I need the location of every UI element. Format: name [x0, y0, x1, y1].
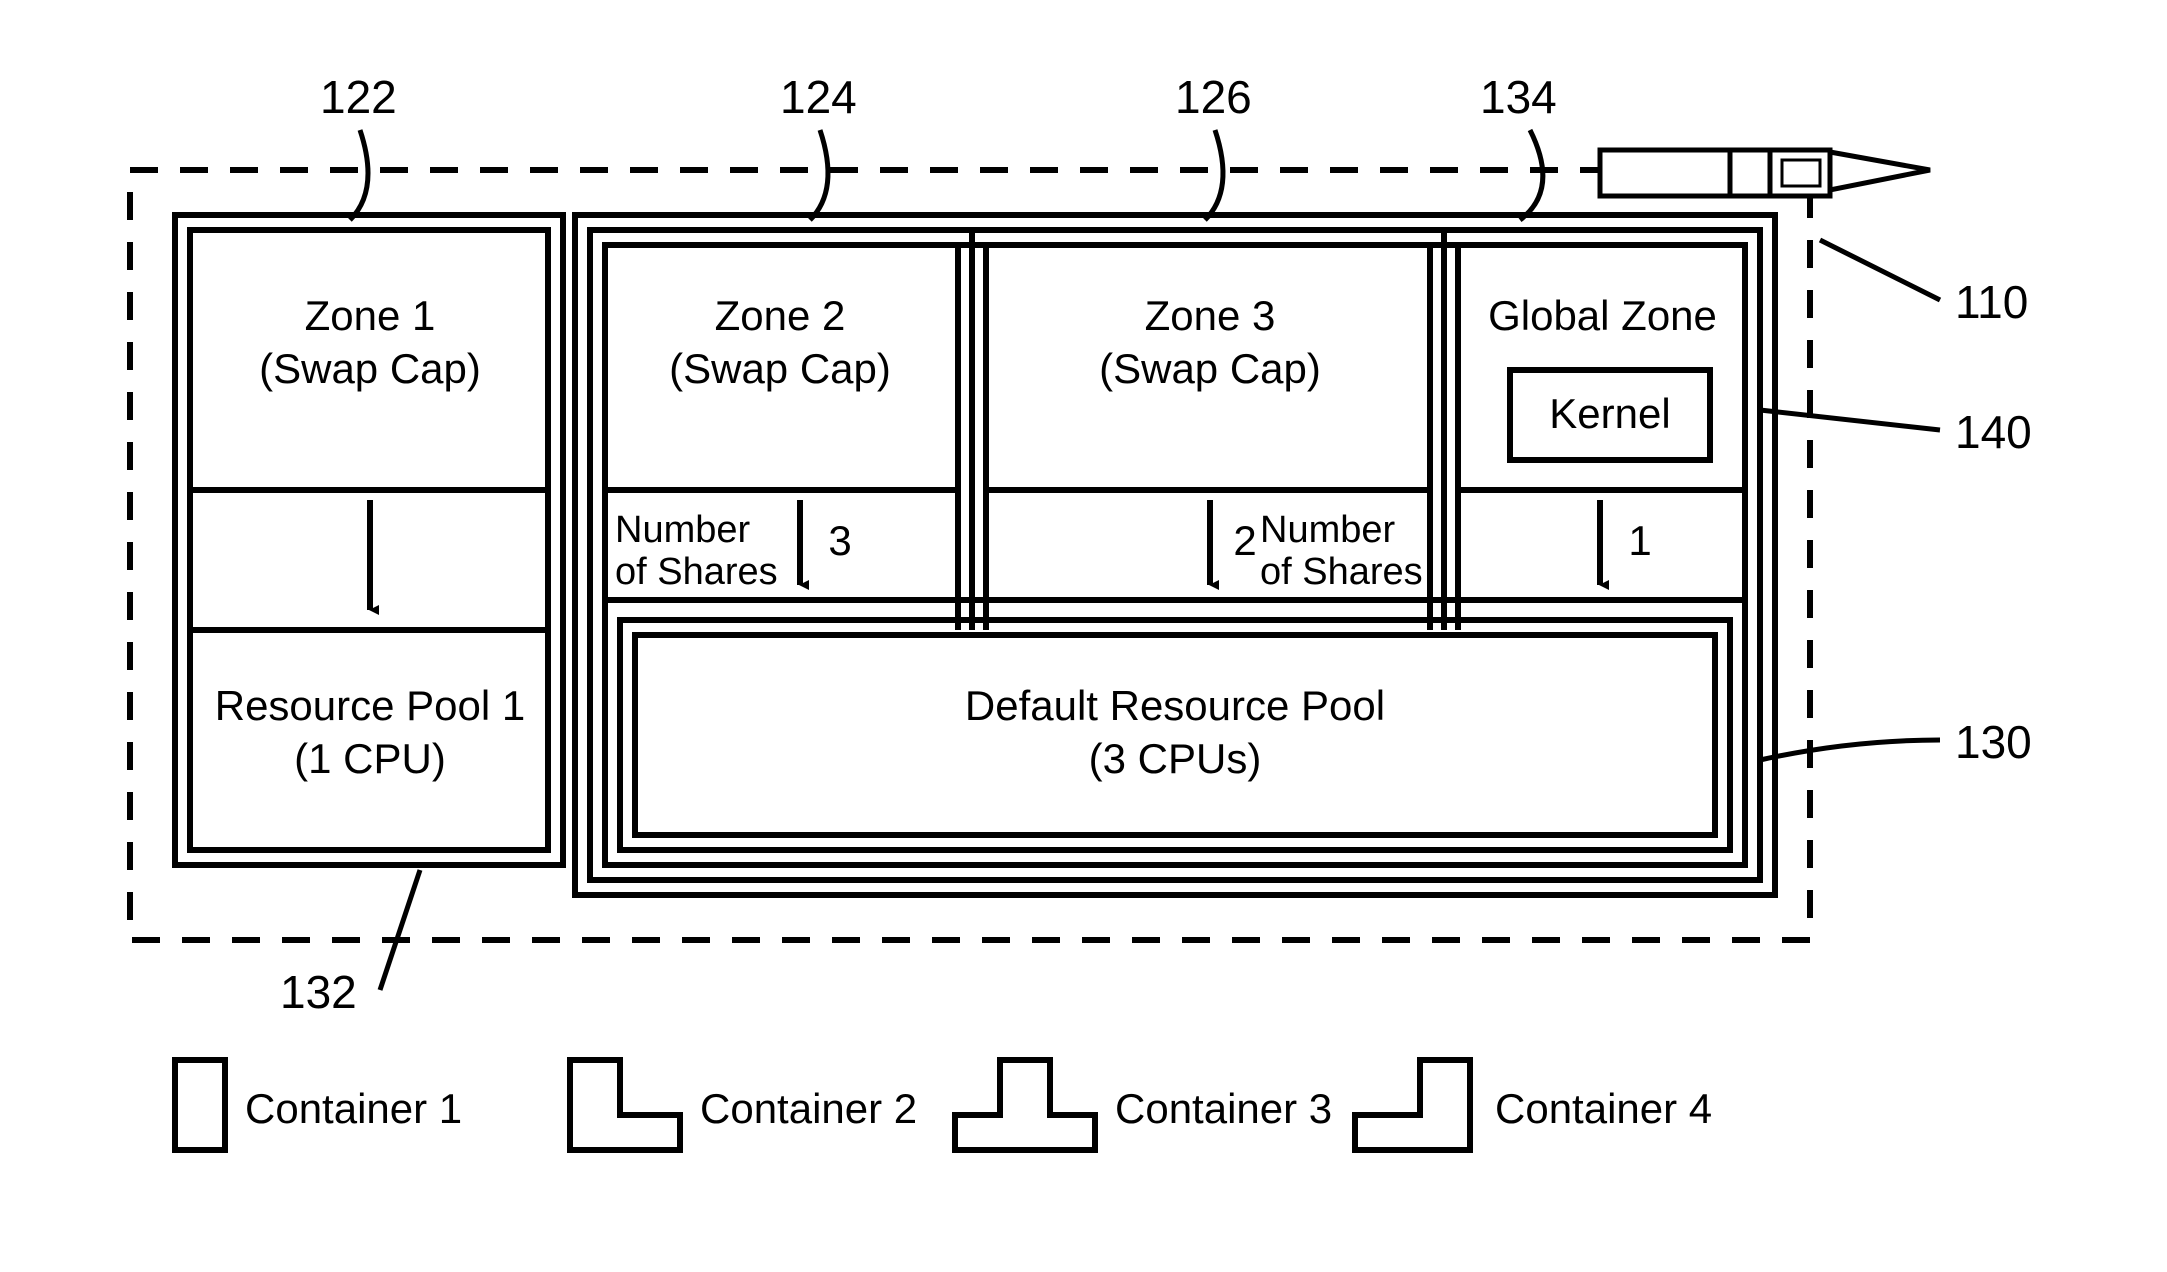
ref-122: 122 — [320, 70, 397, 124]
defpool-l2: (3 CPUs) — [1089, 735, 1262, 782]
shares-value-global: 1 — [1620, 515, 1660, 568]
pool1-l2: (1 CPU) — [294, 735, 446, 782]
ref-130: 130 — [1955, 715, 2032, 769]
global-zone-label: Global Zone — [1460, 290, 1745, 343]
ref-124: 124 — [780, 70, 857, 124]
ref-134: 134 — [1480, 70, 1557, 124]
ref-140: 140 — [1955, 405, 2032, 459]
zone2-l2: (Swap Cap) — [669, 345, 891, 392]
kernel-label: Kernel — [1510, 390, 1710, 438]
shares-value-zone3: 2 — [1225, 515, 1265, 568]
shares-l2: of Shares — [615, 551, 778, 593]
ref-126: 126 — [1175, 70, 1252, 124]
zone3-l2: (Swap Cap) — [1099, 345, 1321, 392]
legend-c3: Container 3 — [1115, 1085, 1332, 1133]
shares-value-zone2: 3 — [820, 515, 860, 568]
legend-c4: Container 4 — [1495, 1085, 1712, 1133]
legend-c1: Container 1 — [245, 1085, 462, 1133]
zone3-l1: Zone 3 — [1145, 292, 1276, 339]
shares-l1: Number — [615, 509, 750, 551]
ref-110: 110 — [1955, 275, 2028, 329]
default-pool-label: Default Resource Pool (3 CPUs) — [640, 680, 1710, 785]
zone1-l1: Zone 1 — [305, 292, 436, 339]
shares-label-left: Number of Shares — [615, 510, 778, 594]
shares-l2-b: of Shares — [1260, 551, 1423, 593]
zone1-label: Zone 1 (Swap Cap) — [200, 290, 540, 395]
zone1-l2: (Swap Cap) — [259, 345, 481, 392]
zone2-label: Zone 2 (Swap Cap) — [615, 290, 945, 395]
shares-label-right: Number of Shares — [1260, 510, 1423, 594]
zone3-label: Zone 3 (Swap Cap) — [1000, 290, 1420, 395]
legend-c2: Container 2 — [700, 1085, 917, 1133]
pool1-l1: Resource Pool 1 — [215, 682, 526, 729]
pool1-label: Resource Pool 1 (1 CPU) — [200, 680, 540, 785]
shares-l1-b: Number — [1260, 509, 1395, 551]
ref-132: 132 — [280, 965, 357, 1019]
zone2-l1: Zone 2 — [715, 292, 846, 339]
defpool-l1: Default Resource Pool — [965, 682, 1385, 729]
